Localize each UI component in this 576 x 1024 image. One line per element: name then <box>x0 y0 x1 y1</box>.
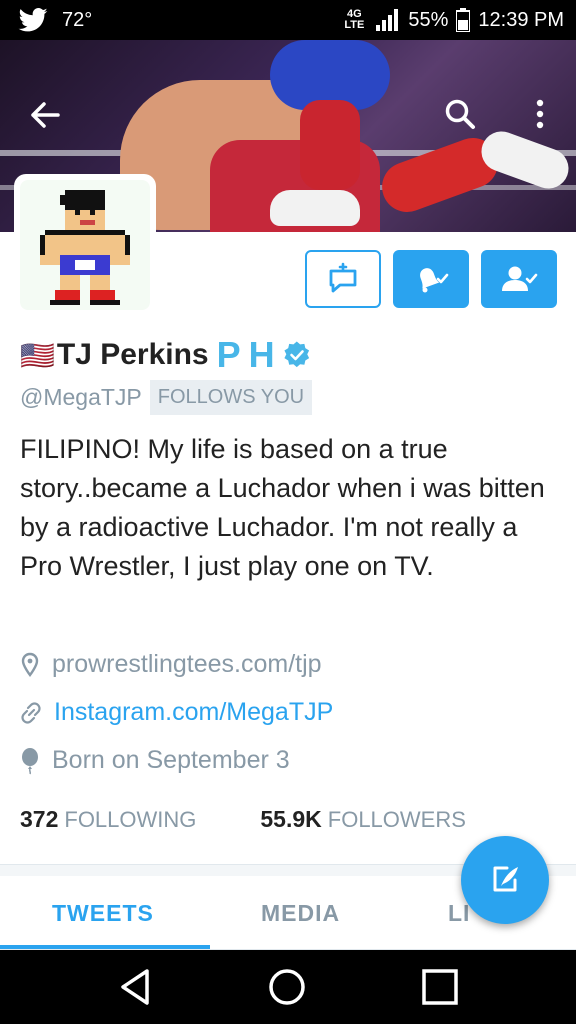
weather-temperature: 72° <box>62 8 93 31</box>
arrow-left-icon <box>31 102 60 128</box>
us-flag: 🇺🇸 <box>20 339 55 371</box>
active-tab-indicator <box>0 945 210 949</box>
more-vertical-icon <box>536 99 544 129</box>
status-bar: 72° 4G LTE 55% 12:39 PM <box>0 0 576 40</box>
profile-birthday-row: Born on September 3 <box>20 746 290 775</box>
tab-media[interactable]: MEDIA <box>261 900 340 927</box>
nav-home-button[interactable] <box>257 964 317 1010</box>
profile-location: prowrestlingtees.com/tjp <box>52 650 322 678</box>
direct-message-button[interactable] <box>305 250 381 308</box>
compose-tweet-icon <box>493 866 518 892</box>
pixel-luchador-avatar <box>40 190 130 305</box>
search-icon <box>445 99 475 129</box>
more-options-button[interactable] <box>534 98 546 135</box>
notifications-button[interactable] <box>393 250 469 308</box>
tab-likes[interactable]: LI <box>448 900 470 927</box>
following-button[interactable] <box>481 250 557 308</box>
following-label: FOLLOWING <box>64 807 197 832</box>
wrestler-boot <box>270 190 360 226</box>
profile-website-row: Instagram.com/MegaTJP <box>20 698 333 727</box>
following-number: 372 <box>20 806 59 832</box>
square-recents-icon <box>422 969 458 1005</box>
profile-avatar-frame[interactable] <box>14 174 156 316</box>
follow-counts: 372 FOLLOWING 55.9K FOLLOWERS <box>20 806 466 833</box>
tab-tweets[interactable]: TWEETS <box>52 900 154 927</box>
followers-label: FOLLOWERS <box>327 807 466 832</box>
nav-back-button[interactable] <box>105 964 165 1010</box>
profile-birthday: Born on September 3 <box>52 746 290 774</box>
compose-tweet-button[interactable] <box>461 836 549 924</box>
profile-handle: @MegaTJP <box>20 384 142 410</box>
user-check-icon <box>502 266 538 291</box>
followers-number: 55.9K <box>260 806 322 832</box>
balloon-icon <box>22 747 38 774</box>
link-icon <box>21 701 41 724</box>
battery-icon <box>456 8 471 32</box>
nav-recents-button[interactable] <box>410 964 470 1010</box>
signal-icon <box>376 9 399 31</box>
profile-actions <box>305 250 557 308</box>
twitter-bird-icon <box>18 8 48 32</box>
profile-bio: FILIPINO! My life is based on a true sto… <box>20 434 545 581</box>
clock: 12:39 PM <box>478 8 564 31</box>
profile-website-link[interactable]: Instagram.com/MegaTJP <box>54 698 333 727</box>
profile-handle-row: @MegaTJP FOLLOWS YOU <box>20 380 313 415</box>
battery-percent: 55% <box>408 8 449 31</box>
followers-count[interactable]: 55.9K FOLLOWERS <box>260 806 466 833</box>
triangle-back-icon <box>121 969 149 1005</box>
back-button[interactable] <box>30 102 60 133</box>
wrestler-boot <box>475 125 575 195</box>
circle-home-icon <box>269 969 305 1005</box>
wrestler-leg <box>300 100 360 190</box>
search-button[interactable] <box>444 98 476 135</box>
verified-badge-icon <box>284 341 309 368</box>
following-count[interactable]: 372 FOLLOWING <box>20 806 196 833</box>
bell-check-icon <box>420 268 449 293</box>
profile-name-row: 🇺🇸 TJ Perkins PH <box>20 334 311 376</box>
profile-name: TJ Perkins <box>56 338 209 371</box>
profile-location-row: prowrestlingtees.com/tjp <box>20 650 322 679</box>
system-navigation-bar <box>0 950 576 1024</box>
location-pin-icon <box>21 652 39 677</box>
name-badge-ph: PH <box>216 334 283 375</box>
network-indicator: 4G LTE <box>344 8 365 31</box>
direct-message-icon <box>329 262 357 293</box>
follows-you-badge: FOLLOWS YOU <box>149 380 313 415</box>
avatar <box>20 180 150 310</box>
